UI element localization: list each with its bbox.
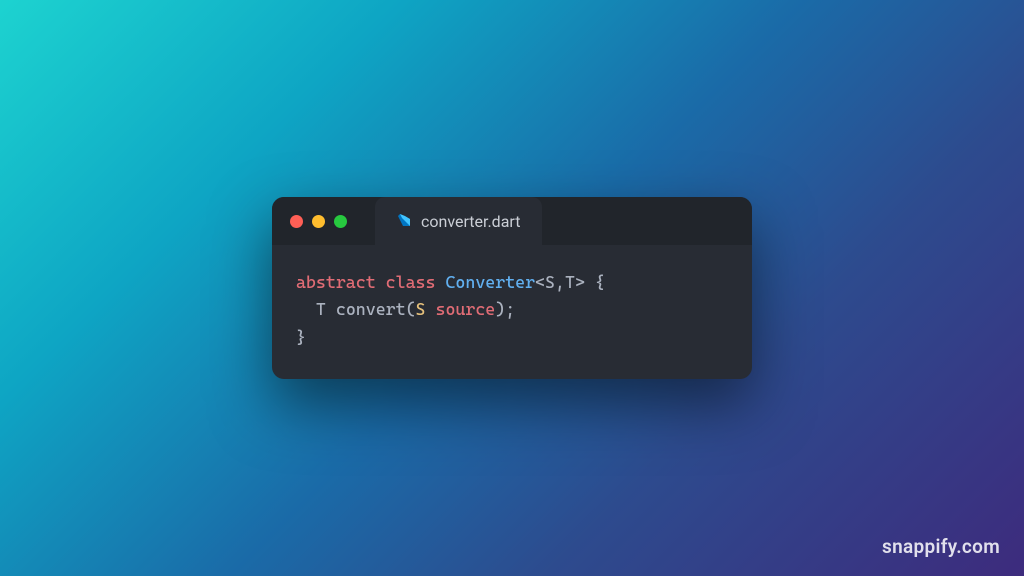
code-line-3: } [296, 324, 728, 351]
watermark: snappify.com [882, 535, 1000, 558]
tab-file[interactable]: converter.dart [375, 197, 542, 245]
code-content: abstract class Converter<S,T> { T conver… [272, 245, 752, 379]
code-window: converter.dart abstract class Converter<… [272, 197, 752, 379]
close-icon[interactable] [290, 215, 303, 228]
minimize-icon[interactable] [312, 215, 325, 228]
tab-filename: converter.dart [421, 212, 520, 231]
maximize-icon[interactable] [334, 215, 347, 228]
dart-icon [397, 213, 413, 229]
window-header: converter.dart [272, 197, 752, 245]
traffic-lights [272, 215, 347, 228]
code-line-1: abstract class Converter<S,T> { [296, 269, 728, 296]
code-line-2: T convert(S source); [296, 296, 728, 323]
